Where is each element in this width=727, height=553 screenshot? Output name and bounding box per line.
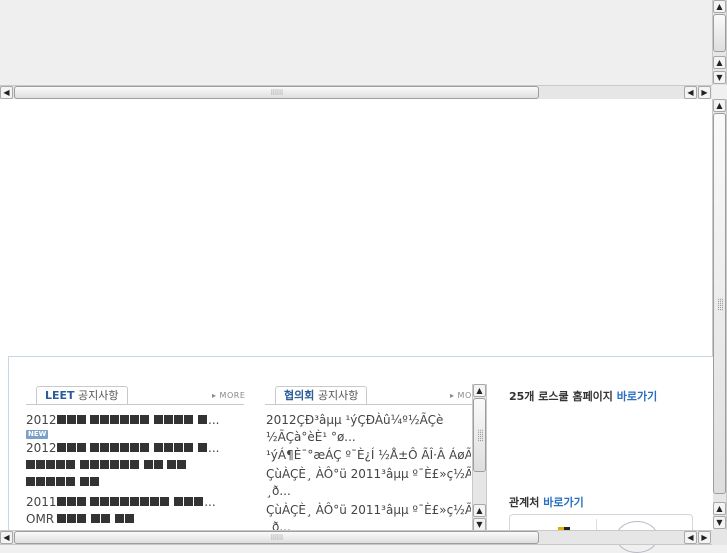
ellipsis: ... [208,441,220,455]
grip-icon: ⠿⠿⠿ [475,428,484,442]
tab-label-highlight: LEET [45,389,75,402]
council-list: 2012ÇÐ³âµµ ¹ýÇÐÀû¼º½ÃÇè ½ÃÇà°èÈ¹ °ø... ¹… [265,411,471,531]
scroll-up-button[interactable]: ▲ [713,56,726,69]
top-vertical-scrollbar[interactable]: ▲ ▲ ▼ [712,0,727,85]
scroll-up-button[interactable]: ▲ [713,99,726,112]
grip-icon: ⠿⠿⠿ [715,297,724,310]
tab-underline [265,404,473,405]
scrollbar-corner [712,530,727,545]
garbled-text [26,475,100,489]
tab-label-highlight: 협의회 [284,389,315,402]
new-badge: NEW [26,430,49,439]
row-prefix: 2012 [26,413,57,427]
main-vertical-scrollbar[interactable]: ▲ ⠿⠿⠿ ▲ ▼ [712,99,727,531]
list-item[interactable]: ¹ýÁ¶È¯°æÁÇ º¯È¿Í ½Å±Ô ÃÎ·Â ÁøÃâ¹æ [266,448,471,462]
list-item[interactable]: ÇùÀÇÈ¸ ÀÔ°ü 2011³âµµ º¯È£»ç½ÃÇè [266,467,471,481]
list-item[interactable] [26,458,187,472]
grip-icon: ⠿⠿⠿ [270,533,283,542]
scroll-left-button[interactable]: ◀ [684,86,697,99]
scroll-thumb[interactable] [713,14,726,52]
list-item[interactable]: 2012 ... [26,441,219,455]
related-agencies-link[interactable]: 관계처 바로가기 [509,494,584,510]
scroll-left-button[interactable]: ◀ [0,86,13,99]
row-prefix: 2012 [26,441,57,455]
list-item[interactable]: ÇùÀÇÈ¸ ÀÔ°ü 2011³âµµ º¯È£»ç½ÃÇè [266,503,471,517]
row-prefix: 2011 [26,495,57,509]
scroll-left-button[interactable]: ◀ [684,531,697,544]
scroll-down-button[interactable]: ▼ [713,71,726,84]
bottom-horizontal-scrollbar[interactable]: ◀ ⠿⠿⠿ ◀ ▶ [0,530,712,545]
section-label: 관계처 [509,496,544,509]
scroll-up-button[interactable]: ▲ [713,0,726,13]
garbled-text [56,441,208,455]
shortcut-link[interactable]: 바로가기 [543,496,583,509]
tab-underline [26,404,244,405]
list-item[interactable] [26,475,100,489]
top-horizontal-scrollbar[interactable]: ◀ ⠿⠿⠿ ◀ ▶ [0,85,712,100]
list-item[interactable]: 2012 ... [26,413,219,427]
garbled-text [56,495,205,509]
scroll-thumb[interactable]: ⠿⠿⠿ [713,113,726,494]
list-item[interactable]: OMR [26,512,135,526]
scroll-up-button[interactable]: ▲ [713,502,726,515]
list-item[interactable]: ¸ð... [266,484,291,498]
scroll-thumb[interactable]: ⠿⠿⠿ [14,531,539,544]
ellipsis: ... [204,495,216,509]
more-link[interactable]: ▸ MORE [212,391,245,400]
section-label: 25개 로스쿨 홈페이지 [509,390,617,403]
scroll-up-button[interactable]: ▲ [473,384,486,397]
tab-label: 공지사항 [74,389,119,402]
list-item[interactable]: 2011 ... [26,495,216,509]
scroll-right-button[interactable]: ▶ [698,531,711,544]
top-blank-area [0,0,712,85]
scroll-down-button[interactable]: ▼ [713,516,726,529]
list-item[interactable]: 2012ÇÐ³âµµ ¹ýÇÐÀû¼º½ÃÇè [266,413,443,427]
tab-label: 공지사항 [314,389,359,402]
scroll-up-button[interactable]: ▲ [473,504,486,517]
law-school-homepage-link[interactable]: 25개 로스쿨 홈페이지 바로가기 [509,388,657,404]
garbled-text [56,413,208,427]
scroll-thumb[interactable]: ⠿⠿⠿ [473,398,486,472]
tab-leet-notice[interactable]: LEET 공지사항 [36,386,128,404]
tab-council-notice[interactable]: 협의회 공지사항 [275,386,368,404]
grip-icon: ⠿⠿⠿ [270,88,283,97]
scroll-right-button[interactable]: ▶ [698,86,711,99]
scroll-thumb[interactable]: ⠿⠿⠿ [14,86,539,99]
scroll-left-button[interactable]: ◀ [0,531,13,544]
garbled-text [26,458,187,472]
shortcut-link[interactable]: 바로가기 [617,390,657,403]
garbled-text [57,512,135,526]
list-item[interactable]: ½ÃÇà°èÈ¹ °ø... [266,430,356,444]
council-list-scrollbar[interactable]: ▲ ⠿⠿⠿ ▲ ▼ [472,384,487,531]
row-prefix: OMR [26,512,55,526]
ellipsis: ... [208,413,220,427]
